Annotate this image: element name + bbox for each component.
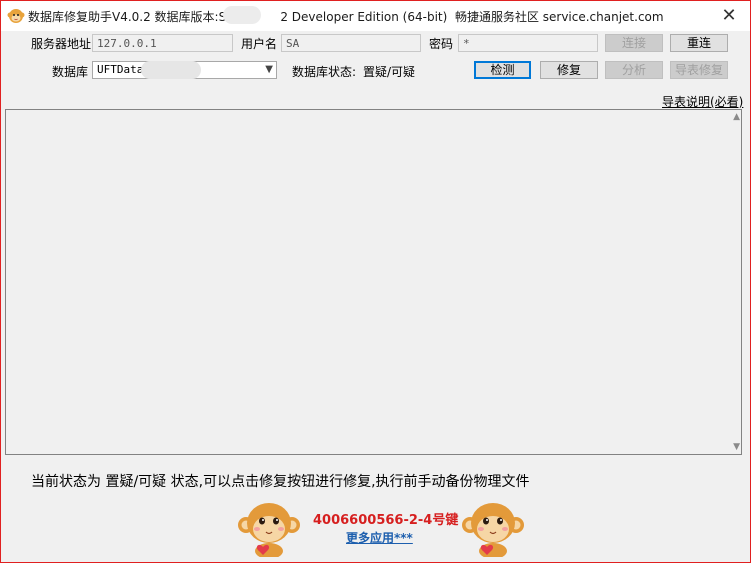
monkey-mascot-left	[238, 503, 300, 557]
close-icon[interactable]: ✕	[714, 5, 744, 27]
window-title: 数据库修复助手V4.0.2 数据库版本:SQL 2 Developer Editi…	[28, 10, 664, 24]
redacted-version	[223, 6, 261, 24]
export-repair-button[interactable]: 导表修复	[670, 61, 728, 79]
database-label: 数据库	[52, 65, 89, 79]
redacted-db-name	[141, 61, 201, 79]
support-hotline: 4006600566-2-4号键	[313, 513, 459, 528]
reconnect-button[interactable]: 重连	[670, 34, 728, 52]
analyze-button[interactable]: 分析	[605, 61, 663, 79]
status-message: 当前状态为 置疑/可疑 状态,可以点击修复按钮进行修复,执行前手动备份物理文件	[31, 474, 530, 490]
db-status-label: 数据库状态:	[292, 65, 357, 79]
export-help-link[interactable]: 导表说明(必看)	[662, 93, 743, 110]
username-field[interactable]: SA	[281, 34, 421, 52]
scroll-down-icon[interactable]: ▼	[733, 442, 740, 452]
scroll-up-icon[interactable]: ▲	[733, 112, 740, 122]
db-status-value: 置疑/可疑	[363, 65, 416, 79]
more-apps-link[interactable]: 更多应用***	[346, 529, 413, 546]
username-label: 用户名	[241, 37, 278, 51]
password-label: 密码	[429, 37, 454, 51]
password-field[interactable]: *	[458, 34, 598, 52]
server-field[interactable]: 127.0.0.1	[92, 34, 233, 52]
chevron-down-icon[interactable]: ▼	[265, 62, 273, 78]
app-window: 数据库修复助手V4.0.2 数据库版本:SQL 2 Developer Editi…	[0, 0, 751, 563]
repair-button[interactable]: 修复	[540, 61, 598, 79]
detect-button[interactable]: 检测	[474, 61, 531, 79]
server-label: 服务器地址	[31, 37, 92, 51]
monkey-icon	[7, 9, 25, 23]
title-bar: 数据库修复助手V4.0.2 数据库版本:SQL 2 Developer Editi…	[1, 1, 750, 31]
log-textarea[interactable]: ▲ ▼	[5, 109, 742, 455]
monkey-mascot-right	[462, 503, 524, 557]
connect-button[interactable]: 连接	[605, 34, 663, 52]
database-select[interactable]: UFTData9 ▼	[92, 61, 277, 79]
